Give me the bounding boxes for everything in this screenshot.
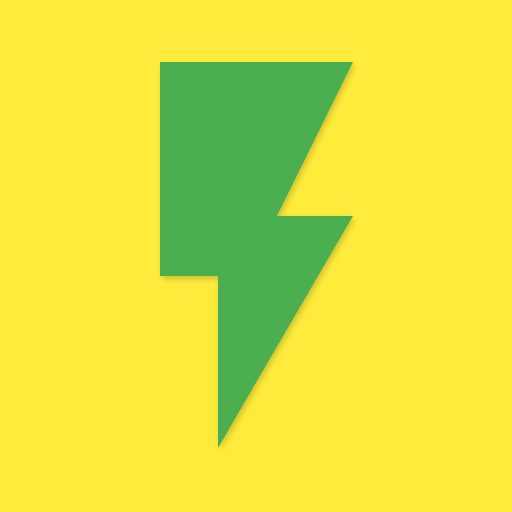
app-icon-canvas (0, 0, 512, 512)
lightning-bolt-shape (160, 62, 353, 448)
lightning-bolt-icon (160, 62, 353, 448)
